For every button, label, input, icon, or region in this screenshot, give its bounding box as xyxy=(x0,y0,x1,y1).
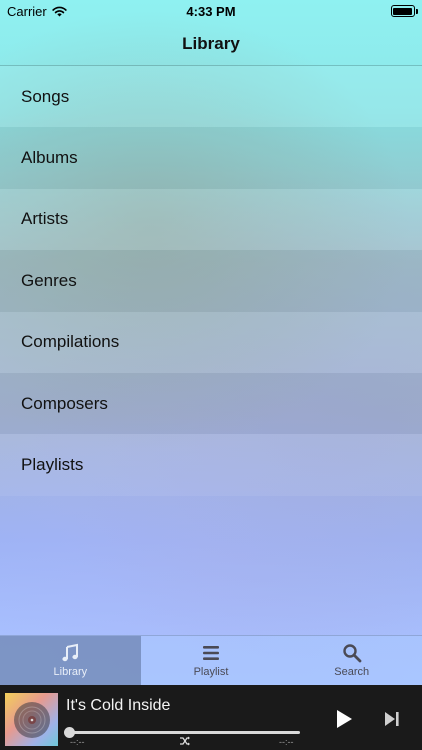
play-icon[interactable] xyxy=(334,709,354,729)
list-icon xyxy=(203,646,219,660)
list-item-artists[interactable]: Artists xyxy=(0,188,422,251)
tab-label: Library xyxy=(53,666,88,678)
list-item-label: Genres xyxy=(21,270,77,290)
list-item-playlists[interactable]: Playlists xyxy=(0,434,422,496)
list-item-label: Composers xyxy=(21,393,108,413)
tab-label: Playlist xyxy=(193,666,229,678)
library-list: Songs Albums Artists Genres Compilations… xyxy=(0,66,422,496)
album-artwork[interactable] xyxy=(5,693,58,746)
carrier-label: Carrier xyxy=(7,3,47,19)
shuffle-icon[interactable] xyxy=(179,736,191,746)
elapsed-time: --:-- xyxy=(70,737,85,747)
list-item-label: Albums xyxy=(21,148,78,168)
list-item-label: Compilations xyxy=(21,332,120,352)
list-item-label: Playlists xyxy=(21,455,84,475)
list-item-compilations[interactable]: Compilations xyxy=(0,311,422,373)
status-left: Carrier xyxy=(7,4,127,19)
next-track-icon[interactable] xyxy=(384,711,400,727)
status-bar: Carrier 4:33 PM xyxy=(0,0,422,22)
list-item-label: Songs xyxy=(21,86,70,106)
tab-label: Search xyxy=(334,666,370,678)
tab-playlist[interactable]: Playlist xyxy=(141,636,282,685)
status-right xyxy=(295,5,418,17)
tab-bar: Library Playlist Search xyxy=(0,635,422,685)
vinyl-record-icon xyxy=(13,701,50,738)
progress-track[interactable] xyxy=(70,731,300,734)
mini-player: It's Cold Inside --:-- --:-- xyxy=(0,685,422,750)
remaining-time: --:-- xyxy=(279,737,294,747)
list-item-songs[interactable]: Songs xyxy=(0,66,422,128)
page-title: Library xyxy=(182,33,240,53)
tab-library[interactable]: Library xyxy=(0,636,141,685)
music-note-icon xyxy=(62,643,79,662)
list-item-genres[interactable]: Genres xyxy=(0,250,422,312)
list-item-composers[interactable]: Composers xyxy=(0,372,422,435)
wifi-icon xyxy=(52,6,67,16)
tab-search[interactable]: Search xyxy=(281,636,422,685)
navigation-bar: Library xyxy=(0,22,422,66)
list-item-albums[interactable]: Albums xyxy=(0,127,422,189)
list-item-label: Artists xyxy=(21,209,69,229)
track-title: It's Cold Inside xyxy=(66,697,171,714)
battery-icon xyxy=(390,5,418,17)
status-time: 4:33 PM xyxy=(186,3,236,19)
search-icon xyxy=(342,644,362,663)
